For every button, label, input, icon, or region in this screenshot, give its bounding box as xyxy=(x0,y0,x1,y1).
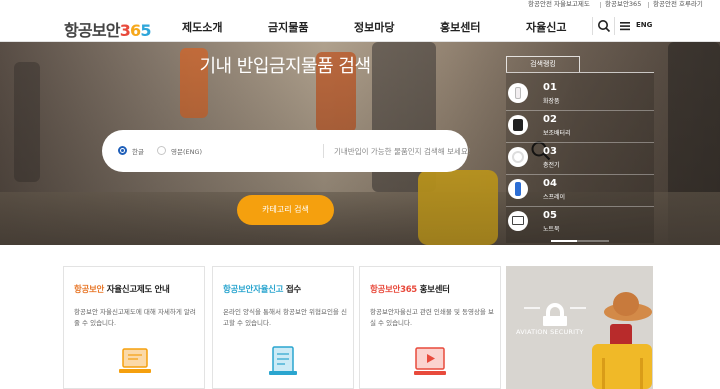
search-input[interactable] xyxy=(334,142,514,160)
logo-digit: 3 xyxy=(119,21,131,40)
site-logo[interactable]: 항공보안365 xyxy=(64,17,152,41)
hamburger-menu-icon[interactable] xyxy=(617,18,633,34)
search-divider xyxy=(323,144,324,158)
nav-pr-center[interactable]: 홍보센터 xyxy=(440,19,480,35)
card-description: 항공보안자율신고 관련 인쇄물 및 동영상을 보실 수 있습니다. xyxy=(370,308,494,327)
ranking-slider-indicator xyxy=(551,240,609,242)
util-link-security365[interactable]: 항공보안365 xyxy=(605,0,641,9)
card-title-highlight: 항공보안365 xyxy=(370,285,417,295)
card-self-report-submit[interactable]: 항공보안자율신고 접수 온라인 양식을 통해서 항공보안 위협요인을 신고할 수… xyxy=(212,266,354,389)
video-player-icon xyxy=(414,347,446,375)
ranking-item[interactable]: 03 충전기 xyxy=(506,141,654,173)
card-title-highlight: 항공보안자율신고 xyxy=(223,285,284,295)
aviation-security-banner[interactable]: AVIATION SECURITY xyxy=(506,266,653,389)
ranking-name: 노트북 xyxy=(543,226,560,233)
ranking-item[interactable]: 04 스프레이 xyxy=(506,173,654,205)
ranking-number: 04 xyxy=(543,178,557,189)
ranking-number: 01 xyxy=(543,82,557,93)
util-link-safety-report[interactable]: 항공안전 자율보고제도 xyxy=(528,0,590,9)
cosmetics-icon xyxy=(508,83,528,103)
util-link-whistle[interactable]: 항공안전 호루라기 xyxy=(653,0,703,9)
nav-system-intro[interactable]: 제도소개 xyxy=(182,19,222,35)
logo-text: 항공보안 xyxy=(64,21,120,40)
language-switch[interactable]: ENG xyxy=(636,21,652,29)
search-box: 한글 영문(ENG) xyxy=(102,130,551,172)
card-title-rest: 접수 xyxy=(283,285,301,295)
card-title: 항공보안 자율신고제도 안내 xyxy=(74,283,170,295)
site-header: 항공보안365 제도소개 금지물품 정보마당 홍보센터 자율신고 ENG xyxy=(0,10,720,42)
monitor-guide-icon xyxy=(119,348,151,373)
search-icon[interactable] xyxy=(596,18,612,34)
header-divider xyxy=(614,17,615,35)
laptop-icon xyxy=(508,211,528,231)
category-search-button[interactable]: 카테고리 검색 xyxy=(237,195,334,225)
radio-english-label[interactable]: 영문(ENG) xyxy=(171,146,202,156)
card-self-report-guide[interactable]: 항공보안 자율신고제도 안내 항공보안 자율신고제도에 대해 자세하게 알려줄 … xyxy=(63,266,205,389)
header-divider xyxy=(592,17,593,35)
ranking-item[interactable]: 05 노트북 xyxy=(506,205,654,237)
ranking-item[interactable]: 01 화장품 xyxy=(506,77,654,109)
ranking-name: 충전기 xyxy=(543,162,560,169)
card-title: 항공보안365 홍보센터 xyxy=(370,283,450,295)
ranking-name: 보조배터리 xyxy=(543,130,571,137)
card-title-highlight: 항공보안 xyxy=(74,285,105,295)
card-title-rest: 홍보센터 xyxy=(416,285,450,295)
photo-card-caption: AVIATION SECURITY xyxy=(516,328,584,336)
util-separator xyxy=(600,2,601,8)
ranking-number: 02 xyxy=(543,114,557,125)
document-form-icon xyxy=(269,346,297,375)
util-separator xyxy=(648,2,649,8)
nav-prohibited-items[interactable]: 금지물품 xyxy=(268,19,308,35)
charger-icon xyxy=(508,147,528,167)
radio-korean-label[interactable]: 한글 xyxy=(132,146,144,156)
ranking-number: 03 xyxy=(543,146,557,157)
battery-icon xyxy=(508,115,528,135)
spray-icon xyxy=(508,179,528,199)
nav-self-report[interactable]: 자율신고 xyxy=(526,19,566,35)
utility-bar: 항공안전 자율보고제도 항공보안365 항공안전 호루라기 xyxy=(0,0,720,10)
card-title: 항공보안자율신고 접수 xyxy=(223,283,301,295)
logo-digit: 6 xyxy=(130,21,141,40)
card-description: 온라인 양식을 통해서 항공보안 위협요인을 신고할 수 있습니다. xyxy=(223,308,347,327)
card-pr-center[interactable]: 항공보안365 홍보센터 항공보안자율신고 관련 인쇄물 및 동영상을 보실 수… xyxy=(359,266,501,389)
ranking-number: 05 xyxy=(543,210,557,221)
radio-english[interactable] xyxy=(157,146,166,155)
card-description: 항공보안 자율신고제도에 대해 자세하게 알려줄 수 있습니다. xyxy=(74,308,196,327)
ranking-item[interactable]: 02 보조배터리 xyxy=(506,109,654,141)
hero-title: 기내 반입금지물품 검색 xyxy=(199,56,371,77)
ranking-tab[interactable]: 검색랭킹 xyxy=(506,56,580,72)
nav-info-hub[interactable]: 정보마당 xyxy=(354,19,394,35)
card-title-rest: 자율신고제도 안내 xyxy=(104,285,170,295)
radio-korean[interactable] xyxy=(118,146,127,155)
ranking-name: 화장품 xyxy=(543,98,560,105)
search-ranking-panel: 01 화장품 02 보조배터리 03 충전기 04 스프레이 05 노트북 xyxy=(506,72,654,243)
ranking-name: 스프레이 xyxy=(543,194,566,201)
logo-digit: 5 xyxy=(140,21,151,40)
